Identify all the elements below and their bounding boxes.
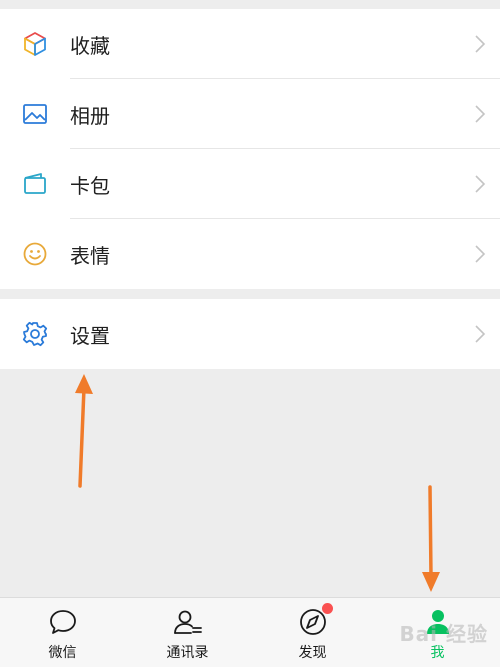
annotation-arrow-up [75, 374, 93, 488]
annotation-arrow-down [422, 485, 440, 592]
menu-group-settings: 设置 [0, 299, 500, 369]
chevron-right-icon [460, 174, 500, 194]
menu-item-label: 表情 [70, 243, 110, 268]
tab-discover[interactable]: 发现 [250, 598, 375, 667]
discover-compass-icon [297, 603, 333, 638]
tab-me[interactable]: 我 [375, 598, 500, 667]
chevron-right-icon [460, 34, 500, 54]
menu-group-main: 收藏 相册 卡包 表情 [0, 9, 500, 289]
contacts-icon [172, 606, 204, 638]
menu-item-label: 收藏 [70, 33, 110, 58]
menu-item-label: 相册 [70, 103, 110, 128]
menu-item-stickers[interactable]: 表情 [0, 219, 500, 289]
tab-label: 发现 [298, 645, 327, 661]
tab-chats[interactable]: 微信 [0, 598, 125, 667]
favorites-cube-icon [0, 9, 70, 79]
group-gap [0, 289, 500, 299]
notification-badge-dot [321, 603, 333, 614]
tab-label: 我 [430, 645, 445, 661]
bottom-tab-bar: 微信 通讯录 发现 我 [0, 597, 500, 667]
menu-item-album[interactable]: 相册 [0, 79, 500, 149]
me-person-icon [422, 606, 454, 638]
tab-label: 通讯录 [166, 645, 209, 661]
menu-item-favorites[interactable]: 收藏 [0, 9, 500, 79]
tab-label: 微信 [48, 645, 77, 661]
chevron-right-icon [460, 104, 500, 124]
top-gap [0, 0, 500, 9]
album-photo-icon [0, 79, 70, 149]
chevron-right-icon [460, 324, 500, 344]
chevron-right-icon [460, 244, 500, 264]
menu-item-settings[interactable]: 设置 [0, 299, 500, 369]
chat-bubble-icon [47, 606, 79, 638]
menu-item-label: 卡包 [70, 173, 110, 198]
settings-gear-icon [0, 299, 70, 369]
menu-item-label: 设置 [70, 323, 110, 348]
sticker-smiley-icon [0, 219, 70, 289]
tab-contacts[interactable]: 通讯录 [125, 598, 250, 667]
menu-item-card-wallet[interactable]: 卡包 [0, 149, 500, 219]
card-wallet-icon [0, 149, 70, 219]
